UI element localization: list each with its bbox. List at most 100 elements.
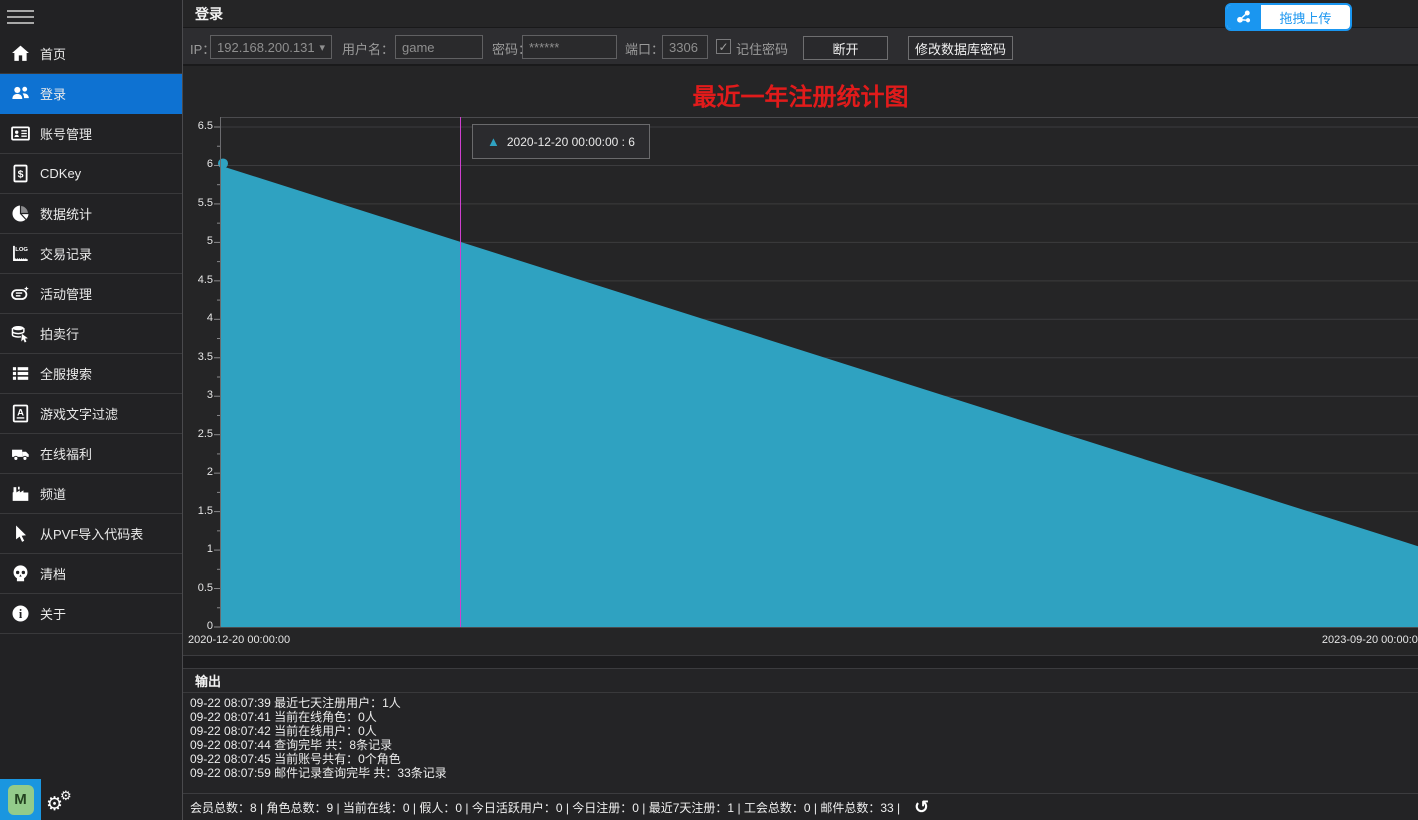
y-axis-tick-label: 0.5 xyxy=(183,582,213,594)
users-icon xyxy=(9,84,31,104)
y-axis-tick-label: 2 xyxy=(183,466,213,478)
sidebar-item-label: 关于 xyxy=(40,604,66,623)
y-axis-tick-label: 3 xyxy=(183,389,213,401)
sidebar-item-global-search[interactable]: 全服搜索 xyxy=(0,354,182,394)
sidebar-item-label: 在线福利 xyxy=(40,444,92,463)
svg-text:LOG: LOG xyxy=(15,247,28,253)
app-window: 首页登录账号管理$CDKey数据统计LOG交易记录活动管理拍卖行全服搜索A游戏文… xyxy=(0,0,1418,820)
page-title: 登录 xyxy=(195,4,223,24)
disconnect-button[interactable]: 断开 xyxy=(803,36,888,60)
sidebar: 首页登录账号管理 $CDKey 数据统计 LOG 交易记录活动管理拍卖行全服搜索 A 游戏文… xyxy=(0,0,183,820)
sidebar-item-label: 登录 xyxy=(40,84,66,103)
sidebar-item-label: 账号管理 xyxy=(40,124,92,143)
chevron-down-icon: ▾ xyxy=(319,41,325,54)
home-icon xyxy=(9,44,31,64)
log-line: 09-22 08:07:39 最近七天注册用户：1人 xyxy=(190,696,1418,710)
registration-chart: 最近一年注册统计图 00.511.522.533.544.555.566.5 2… xyxy=(183,66,1418,655)
sidebar-item-online-welfare[interactable]: 在线福利 xyxy=(0,434,182,474)
sidebar-item-label: 交易记录 xyxy=(40,244,92,263)
y-axis-tick-label: 5 xyxy=(183,235,213,247)
sidebar-item-label: 数据统计 xyxy=(40,204,92,223)
truck-icon xyxy=(9,444,31,464)
settings-gears-icon[interactable]: ⚙ ⚙ xyxy=(46,784,80,818)
pie-chart-icon xyxy=(9,204,31,224)
username-label: 用户名： xyxy=(342,39,394,58)
y-axis-tick-label: 0 xyxy=(183,620,213,632)
sidebar-item-transaction-log[interactable]: LOG 交易记录 xyxy=(0,234,182,274)
log-line: 09-22 08:07:41 当前在线角色：0人 xyxy=(190,710,1418,724)
sidebar-item-wipe-data[interactable]: 清档 xyxy=(0,554,182,594)
dollar-book-icon: $ xyxy=(9,164,31,184)
section-divider xyxy=(183,655,1418,669)
list-icon xyxy=(9,364,31,384)
log-chart-icon: LOG xyxy=(9,244,31,264)
chart-tooltip: ▲ 2020-12-20 00:00:00 : 6 xyxy=(472,124,650,159)
refresh-icon[interactable]: ↺ xyxy=(914,798,929,816)
y-axis-tick-label: 3.5 xyxy=(183,351,213,363)
sidebar-item-data-statistics[interactable]: 数据统计 xyxy=(0,194,182,234)
y-axis-tick-label: 5.5 xyxy=(183,197,213,209)
svg-text:A: A xyxy=(17,408,24,419)
status-bar: 会员总数：8 | 角色总数：9 | 当前在线：0 | 假人：0 | 今日活跃用户… xyxy=(183,793,1418,820)
sidebar-item-label: 从PVF导入代码表 xyxy=(40,524,143,543)
port-label: 端口： xyxy=(625,39,664,58)
drag-upload-button[interactable]: 拖拽上传 xyxy=(1225,3,1352,31)
avatar[interactable]: M xyxy=(0,779,41,820)
tag-icon xyxy=(9,284,31,304)
sidebar-item-label: 活动管理 xyxy=(40,284,92,303)
id-card-icon xyxy=(9,124,31,144)
check-icon: ✓ xyxy=(718,40,728,54)
sidebar-item-cdkey[interactable]: $CDKey xyxy=(0,154,182,194)
chart-plot-area[interactable] xyxy=(212,117,1418,627)
y-axis-tick-label: 6.5 xyxy=(183,120,213,132)
sidebar-item-auction-house[interactable]: 拍卖行 xyxy=(0,314,182,354)
factory-icon xyxy=(9,484,31,504)
sidebar-item-text-filter[interactable]: A 游戏文字过滤 xyxy=(0,394,182,434)
output-panel-title: 输出 xyxy=(183,669,1418,693)
change-db-password-button[interactable]: 修改数据库密码 xyxy=(908,36,1013,60)
menu-toggle-icon[interactable] xyxy=(7,10,34,28)
output-log: 09-22 08:07:39 最近七天注册用户：1人09-22 08:07:41… xyxy=(183,693,1418,780)
y-axis-tick-label: 4.5 xyxy=(183,274,213,286)
ip-value: 192.168.200.131 xyxy=(217,40,315,55)
series-marker-icon: ▲ xyxy=(487,134,500,149)
info-icon: i xyxy=(9,604,31,624)
svg-text:$: $ xyxy=(17,168,23,180)
login-form: IP： 192.168.200.131 ▾ 用户名： 密码： 端口： ✓ 记住密… xyxy=(183,28,1418,66)
ip-select[interactable]: 192.168.200.131 ▾ xyxy=(210,35,332,59)
sidebar-item-about[interactable]: i 关于 xyxy=(0,594,182,634)
text-filter-icon: A xyxy=(9,404,31,424)
chart-title: 最近一年注册统计图 xyxy=(183,77,1418,112)
x-axis-label-end: 2023-09-20 00:00:00 xyxy=(1322,634,1418,646)
tooltip-text: 2020-12-20 00:00:00 : 6 xyxy=(507,135,635,149)
sidebar-item-pvf-import[interactable]: 从PVF导入代码表 xyxy=(0,514,182,554)
output-panel: 输出 09-22 08:07:39 最近七天注册用户：1人09-22 08:07… xyxy=(183,669,1418,793)
status-text: 会员总数：8 | 角色总数：9 | 当前在线：0 | 假人：0 | 今日活跃用户… xyxy=(190,799,900,816)
remember-password-checkbox[interactable]: ✓ xyxy=(716,39,731,54)
y-axis-tick-label: 1 xyxy=(183,543,213,555)
sidebar-item-label: 首页 xyxy=(40,44,66,63)
auction-db-icon xyxy=(9,324,31,344)
y-axis-tick-label: 2.5 xyxy=(183,428,213,440)
chart-cursor-line xyxy=(460,117,461,627)
x-axis-label-start: 2020-12-20 00:00:00 xyxy=(188,634,290,646)
sidebar-item-home[interactable]: 首页 xyxy=(0,34,182,74)
sidebar-item-account-management[interactable]: 账号管理 xyxy=(0,114,182,154)
sidebar-item-label: 清档 xyxy=(40,564,66,583)
skull-icon xyxy=(9,564,31,584)
sidebar-item-activity-management[interactable]: 活动管理 xyxy=(0,274,182,314)
username-field[interactable] xyxy=(395,35,483,59)
cursor-icon xyxy=(9,524,31,544)
sidebar-item-login[interactable]: 登录 xyxy=(0,74,182,114)
y-axis-tick-label: 4 xyxy=(183,312,213,324)
sidebar-item-label: 游戏文字过滤 xyxy=(40,404,118,423)
sidebar-item-label: 拍卖行 xyxy=(40,324,79,343)
log-line: 09-22 08:07:44 查询完毕 共：8条记录 xyxy=(190,738,1418,752)
password-field[interactable] xyxy=(522,35,617,59)
y-axis-tick-label: 1.5 xyxy=(183,505,213,517)
port-field[interactable] xyxy=(662,35,708,59)
log-line: 09-22 08:07:42 当前在线用户：0人 xyxy=(190,724,1418,738)
sidebar-footer: M ⚙ ⚙ xyxy=(0,779,182,820)
sidebar-item-label: 全服搜索 xyxy=(40,364,92,383)
sidebar-item-channel[interactable]: 频道 xyxy=(0,474,182,514)
